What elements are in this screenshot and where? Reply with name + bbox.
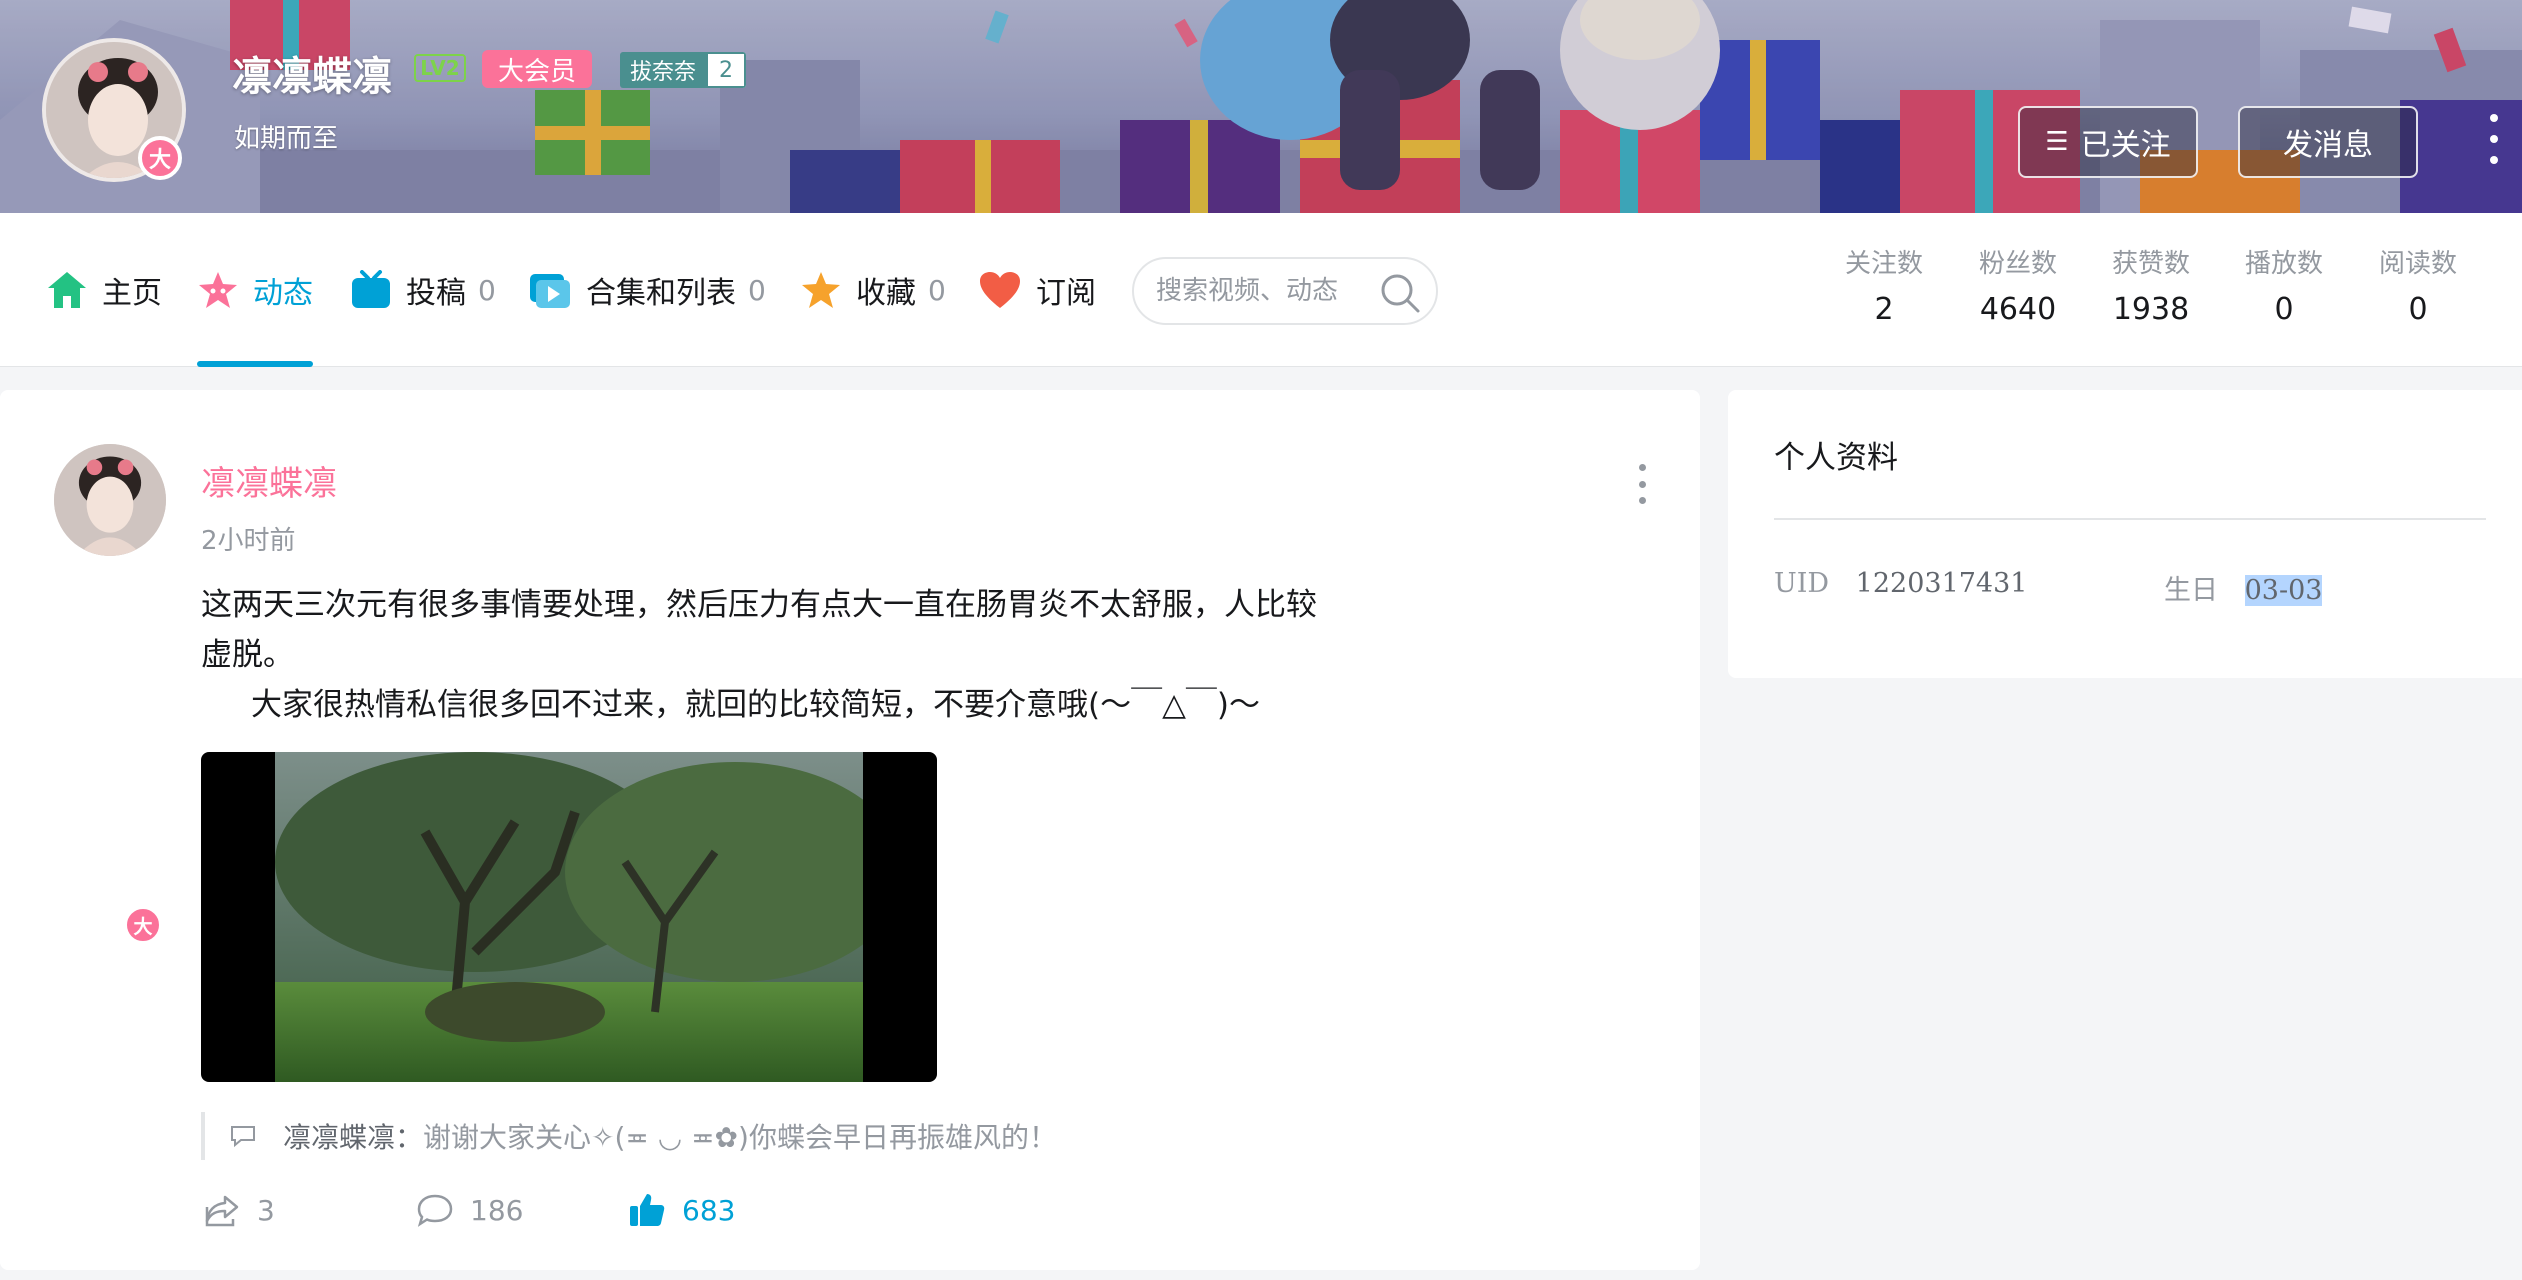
stat-reads-value: 0: [2408, 292, 2428, 327]
star-icon: [800, 270, 842, 310]
space-search-box: [1132, 257, 1438, 325]
stat-likes-value: 1938: [2112, 292, 2190, 327]
profile-banner: 大 凛凛蝶凛 LV2 大会员 拔奈奈 2 如期而至 ☰ 已关注 发消息: [0, 0, 2522, 213]
forest-photo: [275, 752, 863, 1082]
post-content: 这两天三次元有很多事情要处理，然后压力有点大一直在肠胃炎不太舒服，人比较 虚脱。…: [201, 580, 1421, 730]
dynamic-post-card: 大 凛凛蝶凛 2小时前 这两天三次元有很多事情要处理，然后压力有点大一直在肠胃炎…: [0, 390, 1700, 1270]
heart-icon: [978, 270, 1022, 310]
reply-author[interactable]: 凛凛蝶凛：: [283, 1116, 423, 1156]
dynamic-icon: [197, 270, 239, 310]
post-line: 大家很热情私信很多回不过来，就回的比较简短，不要介意哦(～￣△￣)～: [251, 687, 1261, 723]
share-count: 3: [257, 1193, 275, 1227]
birthday-label: 生日: [2164, 575, 2218, 606]
post-image[interactable]: [201, 752, 937, 1082]
user-signature: 如期而至: [234, 124, 339, 154]
tab-dynamic-label: 动态: [253, 276, 313, 311]
space-search-input[interactable]: [1156, 276, 1376, 306]
tab-uploads[interactable]: 投稿 0: [350, 213, 496, 367]
stat-followers-value: 4640: [1979, 292, 2057, 327]
tab-uploads-label: 投稿: [406, 276, 466, 311]
stat-likes: 获赞数 1938: [2091, 243, 2211, 327]
fan-medal-name: 拔奈奈: [620, 52, 707, 88]
send-message-label: 发消息: [2283, 128, 2373, 163]
tab-subscriptions[interactable]: 订阅: [978, 213, 1096, 367]
profile-divider: [1774, 518, 2486, 520]
birthday-row: 生日 03-03: [2164, 568, 2323, 607]
author-reply: 凛凛蝶凛： 谢谢大家关心✧(≖ ◡ ≖✿)你蝶会早日再振雄风的！: [201, 1112, 1057, 1160]
tv-icon: [350, 270, 392, 310]
avatar-illustration: [54, 444, 166, 556]
tab-favorites[interactable]: 收藏 0: [800, 213, 946, 367]
comment-bubble-icon: [229, 1124, 257, 1148]
post-more-icon[interactable]: [1636, 464, 1648, 504]
like-count: 683: [682, 1193, 736, 1227]
post-author-name[interactable]: 凛凛蝶凛: [201, 456, 337, 505]
like-button[interactable]: 683: [628, 1190, 735, 1230]
followed-label: 已关注: [2080, 128, 2171, 163]
tab-uploads-count: 0: [478, 273, 496, 307]
birthday-value: 03-03: [2244, 575, 2323, 606]
post-time[interactable]: 2小时前: [201, 520, 296, 557]
tab-home-label: 主页: [102, 276, 162, 311]
space-nav-bar: 主页 动态 投稿 0 合集和列表 0 收藏 0 订阅 搜索视频、动态 关注数 2…: [0, 213, 2522, 367]
active-tab-indicator: [197, 361, 313, 367]
tab-subscriptions-label: 订阅: [1036, 276, 1096, 311]
stat-followers-label: 粉丝数: [1978, 249, 2057, 279]
stat-likes-label: 获赞数: [2111, 249, 2190, 279]
post-author-avatar[interactable]: [54, 444, 166, 556]
fan-medal-level: 2: [706, 52, 747, 88]
tab-favorites-count: 0: [928, 273, 946, 307]
share-icon: [203, 1193, 241, 1227]
search-icon[interactable]: [1378, 271, 1422, 319]
tab-collections[interactable]: 合集和列表 0: [528, 213, 766, 367]
stat-followers[interactable]: 粉丝数 4640: [1958, 243, 2078, 327]
profile-info-title: 个人资料: [1774, 440, 1898, 476]
tab-collections-label: 合集和列表: [586, 276, 736, 311]
stat-plays: 播放数 0: [2224, 243, 2344, 327]
comment-count: 186: [470, 1193, 524, 1227]
vip-badge[interactable]: 大会员: [482, 50, 593, 88]
tab-dynamic[interactable]: 动态: [197, 213, 313, 367]
send-message-button[interactable]: 发消息: [2238, 106, 2418, 178]
stat-plays-value: 0: [2274, 292, 2294, 327]
post-line: 这两天三次元有很多事情要处理，然后压力有点大一直在肠胃炎不太舒服，人比较: [201, 587, 1317, 623]
thumbs-up-icon: [628, 1192, 666, 1228]
stat-plays-label: 播放数: [2244, 249, 2323, 279]
stat-following[interactable]: 关注数 2: [1824, 243, 1944, 327]
uid-value[interactable]: 1220317431: [1856, 568, 2028, 599]
playlist-icon: [528, 270, 572, 310]
uid-label: UID: [1774, 568, 1830, 599]
fan-medal[interactable]: 拔奈奈 2: [620, 52, 747, 88]
home-icon: [46, 270, 88, 310]
post-vip-avatar-badge: 大: [124, 906, 162, 944]
more-options-icon[interactable]: [2484, 114, 2504, 164]
vip-avatar-badge: 大: [138, 136, 182, 180]
reply-text: 谢谢大家关心✧(≖ ◡ ≖✿)你蝶会早日再振雄风的！: [423, 1121, 1057, 1154]
comment-button[interactable]: 186: [416, 1190, 523, 1230]
share-button[interactable]: 3: [203, 1190, 275, 1230]
tab-home[interactable]: 主页: [46, 213, 162, 367]
stat-reads: 阅读数 0: [2358, 243, 2478, 327]
tab-collections-count: 0: [748, 273, 766, 307]
followed-button[interactable]: ☰ 已关注: [2018, 106, 2198, 178]
stat-reads-label: 阅读数: [2378, 249, 2457, 279]
menu-lines-icon: ☰: [2045, 127, 2069, 157]
uid-row: UID 1220317431: [1774, 568, 2027, 599]
stat-following-value: 2: [1874, 292, 1894, 327]
post-line: 虚脱。: [201, 637, 294, 673]
banner-username: 凛凛蝶凛: [232, 54, 392, 100]
profile-info-card: 个人资料 UID 1220317431 生日 03-03: [1728, 390, 2522, 678]
comment-icon: [416, 1193, 454, 1227]
tab-favorites-label: 收藏: [856, 276, 916, 311]
stat-following-label: 关注数: [1844, 249, 1923, 279]
level-badge: LV2: [414, 54, 466, 82]
